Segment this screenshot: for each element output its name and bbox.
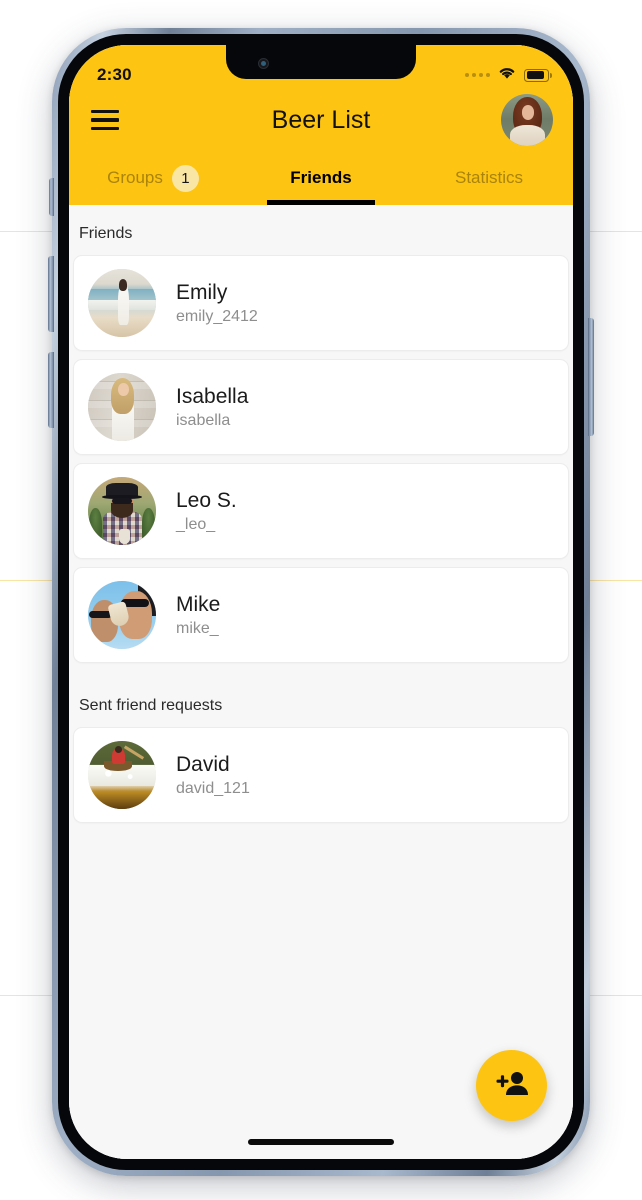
battery-icon [524,68,552,82]
list-item[interactable]: Mike mike_ [73,567,569,663]
list-item[interactable]: Isabella isabella [73,359,569,455]
tab-statistics[interactable]: Statistics [405,151,573,205]
add-friend-button[interactable] [476,1050,547,1121]
avatar [88,741,156,809]
volume-down-button[interactable] [48,352,54,428]
page-title: Beer List [271,105,371,134]
list-item[interactable]: Emily emily_2412 [73,255,569,351]
status-bar-indicators [465,65,552,85]
silent-switch-button[interactable] [49,178,54,216]
volume-up-button[interactable] [48,256,54,332]
user-avatar-photo [501,94,553,146]
wifi-icon [497,65,517,85]
avatar[interactable] [501,94,553,146]
friend-handle: _leo_ [176,515,216,533]
friend-handle: david_121 [176,779,250,797]
home-indicator-bar [248,1139,394,1145]
avatar [88,581,156,649]
status-bar-time: 2:30 [97,65,132,84]
avatar [88,373,156,441]
list-item-text: Mike mike_ [176,593,220,638]
list-item[interactable]: Leo S. _leo_ [73,463,569,559]
friends-list[interactable]: Friends Emily emily_2412 Isabella isabel… [69,205,573,1159]
person-add-icon [495,1070,529,1101]
avatar-photo-sky [88,581,156,649]
screenshot-stage: 2:30 Beer List Groups 1 Friends Statisti… [0,0,642,1200]
friend-name: Mike [176,592,221,616]
section-header-friends: Friends [79,225,133,242]
section-header-sent-requests: Sent friend requests [79,697,223,714]
title-bar: Beer List [69,89,573,151]
hamburger-menu-icon[interactable] [89,103,123,137]
list-item[interactable]: David david_121 [73,727,569,823]
friend-handle: isabella [176,411,231,429]
app-root: 2:30 Beer List Groups 1 Friends Statisti… [69,45,573,1159]
tab-friends-label: Friends [290,168,352,187]
friend-name: Emily [176,280,228,304]
tab-active-indicator [267,200,375,205]
friend-handle: emily_2412 [176,307,258,325]
tab-statistics-label: Statistics [454,168,524,187]
tab-bar: Groups 1 Friends Statistics [69,151,573,205]
avatar-photo-hat [88,477,156,545]
tab-groups[interactable]: Groups 1 [69,151,237,205]
friend-name: Isabella [176,384,249,408]
status-badge: 1 [171,164,199,192]
avatar-photo-beach [88,269,156,337]
phone-frame: 2:30 Beer List Groups 1 Friends Statisti… [48,28,594,1176]
list-item-text: Emily emily_2412 [176,281,258,326]
phone-bezel: 2:30 Beer List Groups 1 Friends Statisti… [58,34,584,1170]
tab-groups-label: Groups [107,168,163,187]
notch [226,45,416,79]
power-button[interactable] [588,318,594,436]
friend-handle: mike_ [176,619,219,637]
friend-name: David [176,752,230,776]
list-item-text: David david_121 [176,753,250,798]
front-camera-icon [258,58,269,69]
list-item-text: Isabella isabella [176,385,248,430]
avatar [88,477,156,545]
signal-dots-icon [465,73,490,77]
friend-name: Leo S. [176,488,237,512]
phone-screen: 2:30 Beer List Groups 1 Friends Statisti… [69,45,573,1159]
tab-friends[interactable]: Friends [237,151,405,205]
avatar-photo-boat [88,741,156,809]
avatar-photo-wall [88,373,156,441]
avatar [88,269,156,337]
list-item-text: Leo S. _leo_ [176,489,237,534]
